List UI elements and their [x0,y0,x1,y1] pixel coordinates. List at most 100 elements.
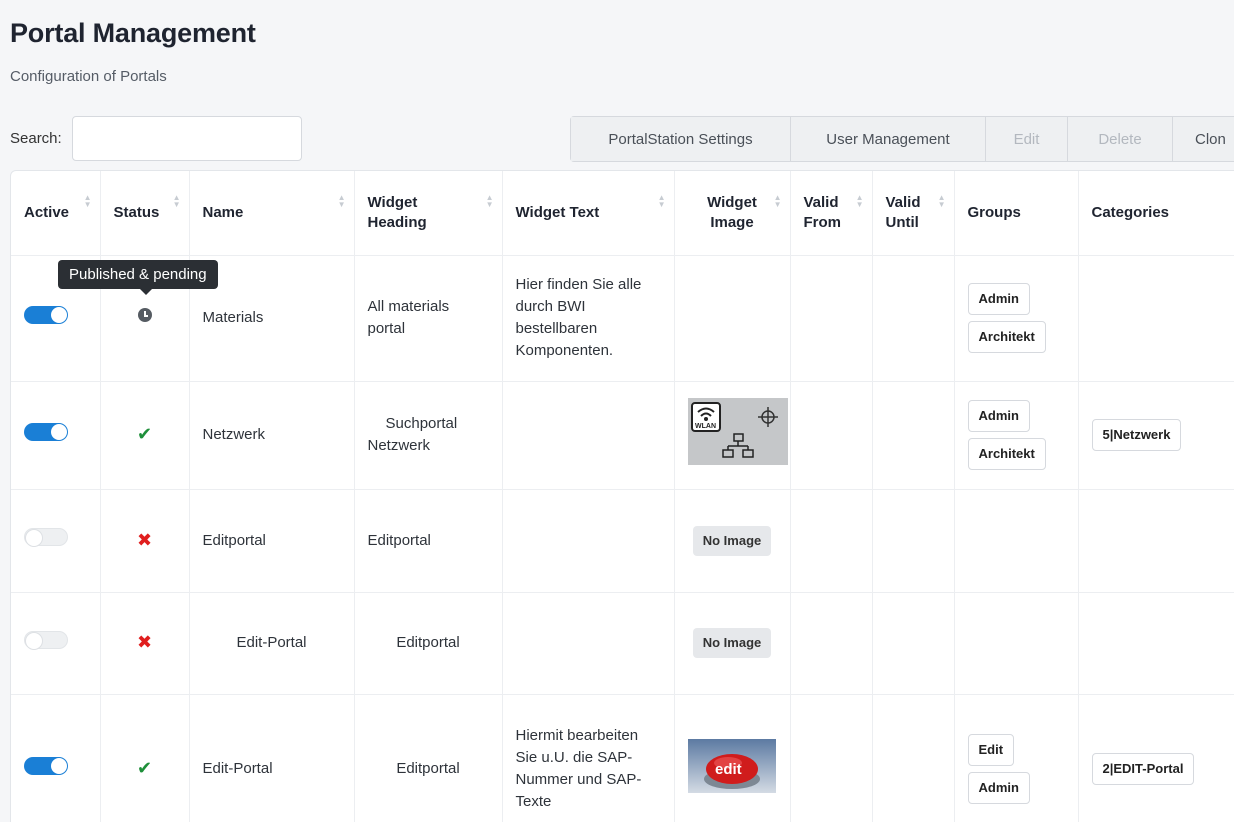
edit-image-label: edit [715,761,742,778]
toggle-knob [51,423,67,440]
column-header-valid-from[interactable]: Valid From ▲ ▼ [790,171,873,256]
valid-from-cell [790,592,873,695]
search-input[interactable] [72,116,302,161]
column-header-groups[interactable]: Groups [954,171,1079,256]
table-row[interactable]: ✖ Editportal Editportal No Image [11,489,1234,593]
column-header-label: Name [202,203,244,221]
valid-from-cell [790,381,873,490]
active-toggle[interactable] [24,305,68,324]
sort-icon: ▲ ▼ [485,193,494,209]
column-header-label: Active [24,203,70,221]
categories-cell [1078,255,1234,382]
edit-button[interactable]: Edit [986,117,1068,161]
column-header-categories[interactable]: Categories [1078,171,1234,256]
widget-image-cell: No Image [674,592,791,695]
name-cell: Editportal [189,489,355,593]
column-header-label: Widget Text [515,203,600,221]
clone-button[interactable]: Clon [1173,117,1234,161]
toggle-knob [26,530,42,546]
active-cell [11,694,101,822]
column-header-label: Widget Heading [367,193,427,231]
widget-text-cell [502,489,675,593]
cross-icon: ✖ [136,632,153,652]
column-header-widget-text[interactable]: Widget Text ▲ ▼ [502,171,675,256]
valid-from-cell [790,489,873,593]
status-cell: ✔ [100,694,190,822]
user-management-button[interactable]: User Management [791,117,986,161]
column-header-valid-until[interactable]: Valid Until ▲ ▼ [872,171,955,256]
group-tag: Edit [967,734,1015,766]
column-header-name[interactable]: Name ▲ ▼ [189,171,355,256]
sort-icon: ▲ ▼ [337,193,346,209]
widget-heading-cell: Suchportal Netzwerk [354,381,503,490]
groups-cell [954,592,1079,695]
group-tag: Architekt [967,321,1046,353]
sort-icon: ▲ ▼ [937,193,946,209]
column-header-label: Groups [967,203,1021,221]
group-tag: Admin [967,772,1030,804]
widget-heading-cell: Editportal [354,694,503,822]
svg-text:WLAN: WLAN [695,423,716,430]
table-row[interactable]: ✔ Edit-Portal Editportal Hiermit bearbei… [11,694,1234,822]
valid-from-cell [790,255,873,382]
wlan-network-image: WLAN [687,398,788,465]
portalstation-settings-button[interactable]: PortalStation Settings [571,117,791,161]
active-toggle[interactable] [24,422,68,441]
wlan-network-icon: WLAN [690,402,778,458]
group-tag: Architekt [967,438,1046,470]
groups-cell: Admin Architekt [954,255,1079,382]
column-header-active[interactable]: Active ▲ ▼ [11,171,101,256]
table-row[interactable]: ✔ Netzwerk Suchportal Netzwerk WLAN Admi… [11,381,1234,490]
groups-cell: Admin Architekt [954,381,1079,490]
active-toggle[interactable] [24,528,68,546]
widget-image-cell [674,255,791,382]
sort-icon: ▲ ▼ [83,193,92,209]
clock-icon[interactable] [137,308,152,322]
groups-cell [954,489,1079,593]
sort-icon: ▲ ▼ [172,193,181,209]
category-tag: 5|Netzwerk [1091,419,1182,451]
edit-button-graphic: edit [704,753,760,789]
valid-from-cell [790,694,873,822]
check-icon: ✔ [136,758,153,778]
category-tag: 2|EDIT-Portal [1091,753,1195,785]
status-cell: ✔ [100,381,190,490]
check-icon: ✔ [136,424,153,444]
name-cell: Edit-Portal [189,694,355,822]
groups-cell: Edit Admin [954,694,1079,822]
widget-heading-cell: All materials portal [354,255,503,382]
column-header-widget-heading[interactable]: Widget Heading ▲ ▼ [354,171,503,256]
table-row[interactable]: ✖ Edit-Portal Editportal No Image [11,592,1234,695]
widget-heading-cell: Editportal [354,592,503,695]
valid-until-cell [872,694,955,822]
no-image-badge: No Image [692,525,772,556]
column-header-label: Widget Image [707,193,757,231]
column-header-status[interactable]: Status ▲ ▼ [100,171,190,256]
valid-until-cell [872,592,955,695]
toggle-knob [51,306,67,323]
valid-until-cell [872,255,955,382]
widget-heading-text: Suchportal Netzwerk [367,415,458,454]
widget-image-cell: edit [674,694,791,822]
name-cell: Edit-Portal [189,592,355,695]
active-cell [11,592,101,695]
no-image-badge: No Image [692,628,772,658]
status-cell: ✖ [100,489,190,593]
toolbar: PortalStation Settings User Management E… [570,116,1234,162]
portal-management-page: Portal Management Configuration of Porta… [0,0,1234,822]
active-toggle[interactable] [24,756,68,775]
sort-icon: ▲ ▼ [773,193,782,209]
cross-icon: ✖ [136,529,153,550]
group-tag: Admin [967,283,1030,315]
widget-text-cell: Hier finden Sie alle durch BWI bestellba… [502,255,675,382]
status-cell: ✖ [100,592,190,695]
valid-until-cell [872,489,955,593]
valid-until-cell [872,381,955,490]
widget-text-cell [502,592,675,695]
active-toggle[interactable] [24,630,68,649]
page-title: Portal Management [10,18,256,48]
delete-button[interactable]: Delete [1068,117,1173,161]
active-cell [11,381,101,490]
column-header-widget-image[interactable]: Widget Image ▲ ▼ [674,171,791,256]
categories-cell [1078,489,1234,593]
